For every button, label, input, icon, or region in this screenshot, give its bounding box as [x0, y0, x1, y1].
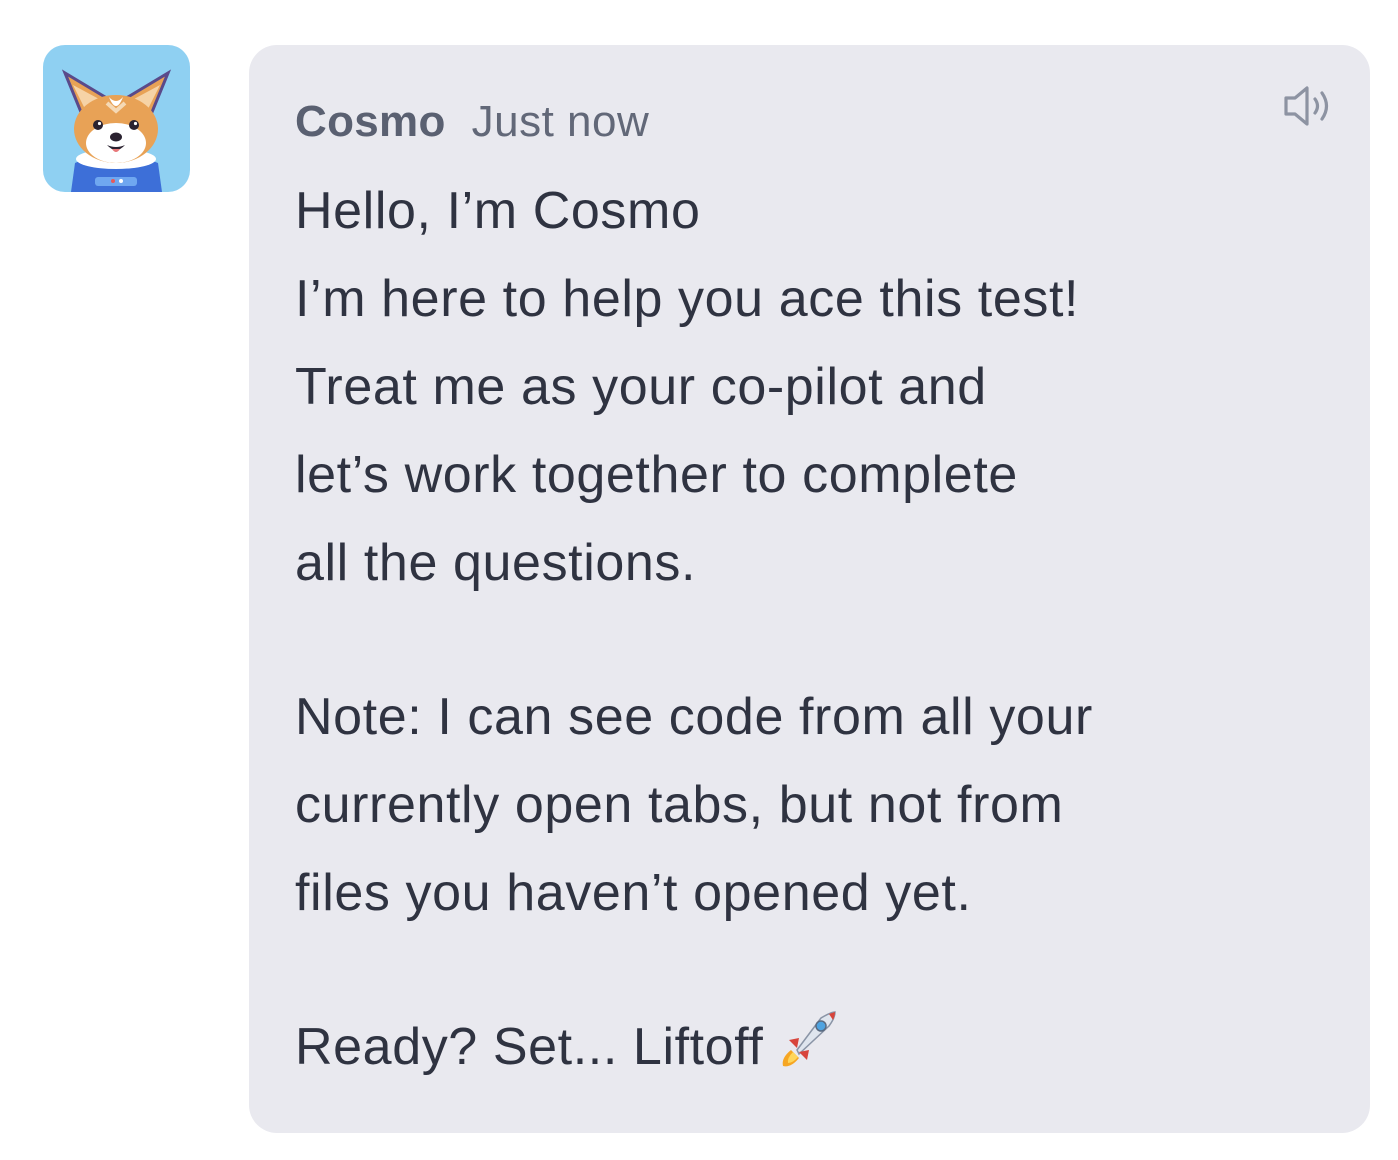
speaker-icon	[1284, 86, 1329, 126]
message-line: Note: I can see code from all your	[295, 688, 1093, 746]
message-line: let’s work together to complete	[295, 446, 1018, 504]
message-line: Treat me as your co-pilot and	[295, 358, 987, 416]
liftoff-text: Ready? Set... Liftoff	[295, 1018, 764, 1076]
message-line: I’m here to help you ace this test!	[295, 270, 1080, 328]
message-header: Cosmo Just now	[295, 97, 1324, 157]
message-line: files you haven’t opened yet.	[295, 864, 972, 922]
sender-name: Cosmo	[295, 97, 446, 146]
message-body: Hello, I’m Cosmo I’m here to help you ac…	[295, 167, 1324, 1091]
message-bubble: Cosmo Just now Hello, I’m Cosmo I’m here…	[249, 45, 1370, 1133]
message-timestamp: Just now	[471, 97, 650, 146]
read-aloud-button[interactable]	[1280, 81, 1340, 131]
message-line: currently open tabs, but not from	[295, 776, 1064, 834]
avatar	[43, 45, 190, 192]
message-line-final: Ready? Set... Liftoff	[295, 1003, 1324, 1091]
corgi-astronaut-avatar-icon	[61, 69, 172, 192]
rocket-icon	[777, 1006, 841, 1070]
message-line: Hello, I’m Cosmo	[295, 182, 701, 240]
message-line: all the questions.	[295, 534, 697, 592]
chat-page: Cosmo Just now Hello, I’m Cosmo I’m here…	[0, 0, 1398, 1160]
